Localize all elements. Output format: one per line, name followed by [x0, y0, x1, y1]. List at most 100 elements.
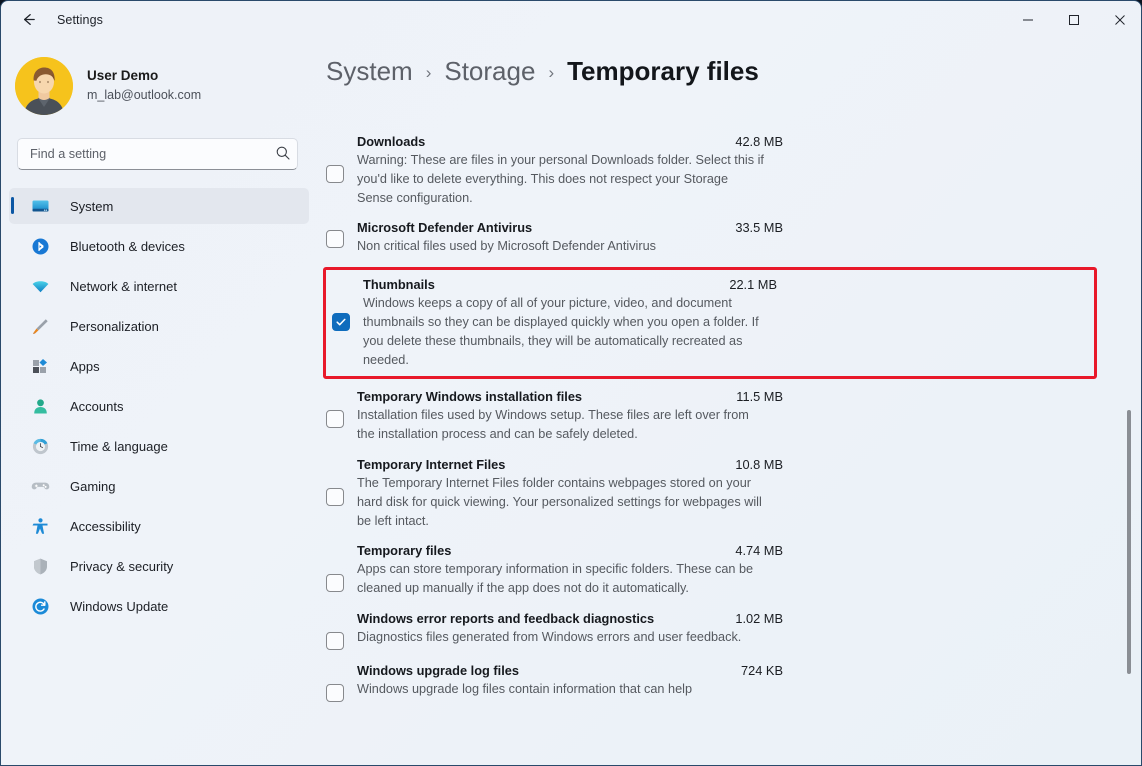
- file-size: 11.5 MB: [736, 389, 783, 404]
- sidebar-item-label: Privacy & security: [70, 559, 173, 574]
- account-email: m_lab@outlook.com: [87, 88, 201, 104]
- list-item[interactable]: Windows error reports and feedback diagn…: [317, 611, 1142, 650]
- monitor-icon: [29, 195, 51, 217]
- file-size: 1.02 MB: [735, 611, 783, 626]
- file-description: Apps can store temporary information in …: [357, 560, 767, 598]
- breadcrumb: System › Storage › Temporary files: [317, 38, 1142, 98]
- chevron-right-icon: ›: [548, 63, 554, 83]
- clock-icon: [29, 435, 51, 457]
- sidebar-item-apps[interactable]: Apps: [9, 348, 309, 384]
- file-checkbox[interactable]: [326, 230, 344, 248]
- sidebar-item-label: Accounts: [70, 399, 123, 414]
- file-size: 42.8 MB: [735, 134, 783, 149]
- list-item-highlighted[interactable]: Thumbnails 22.1 MB Windows keeps a copy …: [323, 267, 1097, 379]
- sidebar-item-label: Network & internet: [70, 279, 177, 294]
- sidebar-item-label: Time & language: [70, 439, 168, 454]
- window-title: Settings: [57, 13, 103, 27]
- accessibility-icon: [29, 515, 51, 537]
- avatar: [15, 57, 73, 115]
- file-checkbox-checked[interactable]: [332, 313, 350, 331]
- file-size: 10.8 MB: [735, 457, 783, 472]
- breadcrumb-system[interactable]: System: [326, 56, 413, 87]
- file-checkbox[interactable]: [326, 684, 344, 702]
- list-item[interactable]: Temporary files 4.74 MB Apps can store t…: [317, 543, 1142, 598]
- scrollbar-thumb[interactable]: [1127, 410, 1131, 674]
- file-title: Temporary files: [357, 543, 451, 558]
- checkmark-icon: [335, 316, 347, 328]
- update-icon: [29, 595, 51, 617]
- window-controls: [1005, 1, 1142, 38]
- account-card[interactable]: User Demo m_lab@outlook.com: [1, 38, 317, 116]
- sidebar-item-label: Gaming: [70, 479, 116, 494]
- list-item[interactable]: Temporary Windows installation files 11.…: [317, 389, 1142, 444]
- list-item[interactable]: Microsoft Defender Antivirus 33.5 MB Non…: [317, 220, 1142, 256]
- sidebar-item-label: Bluetooth & devices: [70, 239, 185, 254]
- sidebar-item-gaming[interactable]: Gaming: [9, 468, 309, 504]
- file-description: Windows keeps a copy of all of your pict…: [363, 294, 777, 369]
- sidebar-item-accounts[interactable]: Accounts: [9, 388, 309, 424]
- file-size: 22.1 MB: [729, 277, 777, 292]
- account-name: User Demo: [87, 68, 201, 85]
- file-title: Thumbnails: [363, 277, 435, 292]
- temporary-files-list: Downloads 42.8 MB Warning: These are fil…: [317, 134, 1142, 766]
- file-title: Temporary Windows installation files: [357, 389, 582, 404]
- file-size: 4.74 MB: [735, 543, 783, 558]
- sidebar-item-bluetooth-devices[interactable]: Bluetooth & devices: [9, 228, 309, 264]
- person-icon: [29, 395, 51, 417]
- search-container: [17, 138, 301, 170]
- file-description: The Temporary Internet Files folder cont…: [357, 474, 767, 530]
- file-title: Microsoft Defender Antivirus: [357, 220, 532, 235]
- sidebar-item-personalization[interactable]: Personalization: [9, 308, 309, 344]
- sidebar-item-label: System: [70, 199, 113, 214]
- file-checkbox[interactable]: [326, 574, 344, 592]
- sidebar-item-label: Apps: [70, 359, 100, 374]
- apps-icon: [29, 355, 51, 377]
- gamepad-icon: [29, 475, 51, 497]
- file-size: 724 KB: [741, 663, 783, 678]
- file-description: Windows upgrade log files contain inform…: [357, 680, 767, 699]
- search-input[interactable]: [17, 138, 298, 170]
- file-description: Diagnostics files generated from Windows…: [357, 628, 767, 647]
- navigation-list: System Bluetooth & devices: [1, 188, 317, 624]
- file-title: Temporary Internet Files: [357, 457, 505, 472]
- breadcrumb-storage[interactable]: Storage: [444, 56, 535, 87]
- list-item[interactable]: Downloads 42.8 MB Warning: These are fil…: [317, 134, 1142, 207]
- wifi-icon: [29, 275, 51, 297]
- sidebar-item-label: Windows Update: [70, 599, 168, 614]
- sidebar-item-windows-update[interactable]: Windows Update: [9, 588, 309, 624]
- file-title: Downloads: [357, 134, 425, 149]
- sidebar-item-label: Accessibility: [70, 519, 141, 534]
- page-title: Temporary files: [567, 56, 759, 87]
- file-checkbox[interactable]: [326, 488, 344, 506]
- sidebar-item-time-language[interactable]: Time & language: [9, 428, 309, 464]
- back-arrow-icon[interactable]: [11, 3, 45, 37]
- content-area: System › Storage › Temporary files Downl…: [317, 38, 1142, 766]
- file-description: Warning: These are files in your persona…: [357, 151, 767, 207]
- vertical-scrollbar[interactable]: [1124, 138, 1134, 766]
- shield-icon: [29, 555, 51, 577]
- close-icon[interactable]: [1097, 1, 1142, 38]
- file-checkbox[interactable]: [326, 410, 344, 428]
- minimize-icon[interactable]: [1005, 1, 1051, 38]
- sidebar-item-label: Personalization: [70, 319, 159, 334]
- file-description: Installation files used by Windows setup…: [357, 406, 767, 444]
- sidebar-item-system[interactable]: System: [9, 188, 309, 224]
- file-title: Windows error reports and feedback diagn…: [357, 611, 654, 626]
- sidebar-item-privacy-security[interactable]: Privacy & security: [9, 548, 309, 584]
- settings-window: Settings: [0, 0, 1142, 766]
- sidebar: User Demo m_lab@outlook.com: [1, 38, 317, 766]
- paintbrush-icon: [29, 315, 51, 337]
- bluetooth-icon: [29, 235, 51, 257]
- file-size: 33.5 MB: [735, 220, 783, 235]
- sidebar-item-accessibility[interactable]: Accessibility: [9, 508, 309, 544]
- list-item[interactable]: Temporary Internet Files 10.8 MB The Tem…: [317, 457, 1142, 530]
- file-checkbox[interactable]: [326, 165, 344, 183]
- title-bar: Settings: [1, 1, 1142, 38]
- sidebar-item-network-internet[interactable]: Network & internet: [9, 268, 309, 304]
- chevron-right-icon: ›: [426, 63, 432, 83]
- file-description: Non critical files used by Microsoft Def…: [357, 237, 767, 256]
- list-item[interactable]: Windows upgrade log files 724 KB Windows…: [317, 663, 1142, 702]
- file-checkbox[interactable]: [326, 632, 344, 650]
- file-title: Windows upgrade log files: [357, 663, 519, 678]
- maximize-icon[interactable]: [1051, 1, 1097, 38]
